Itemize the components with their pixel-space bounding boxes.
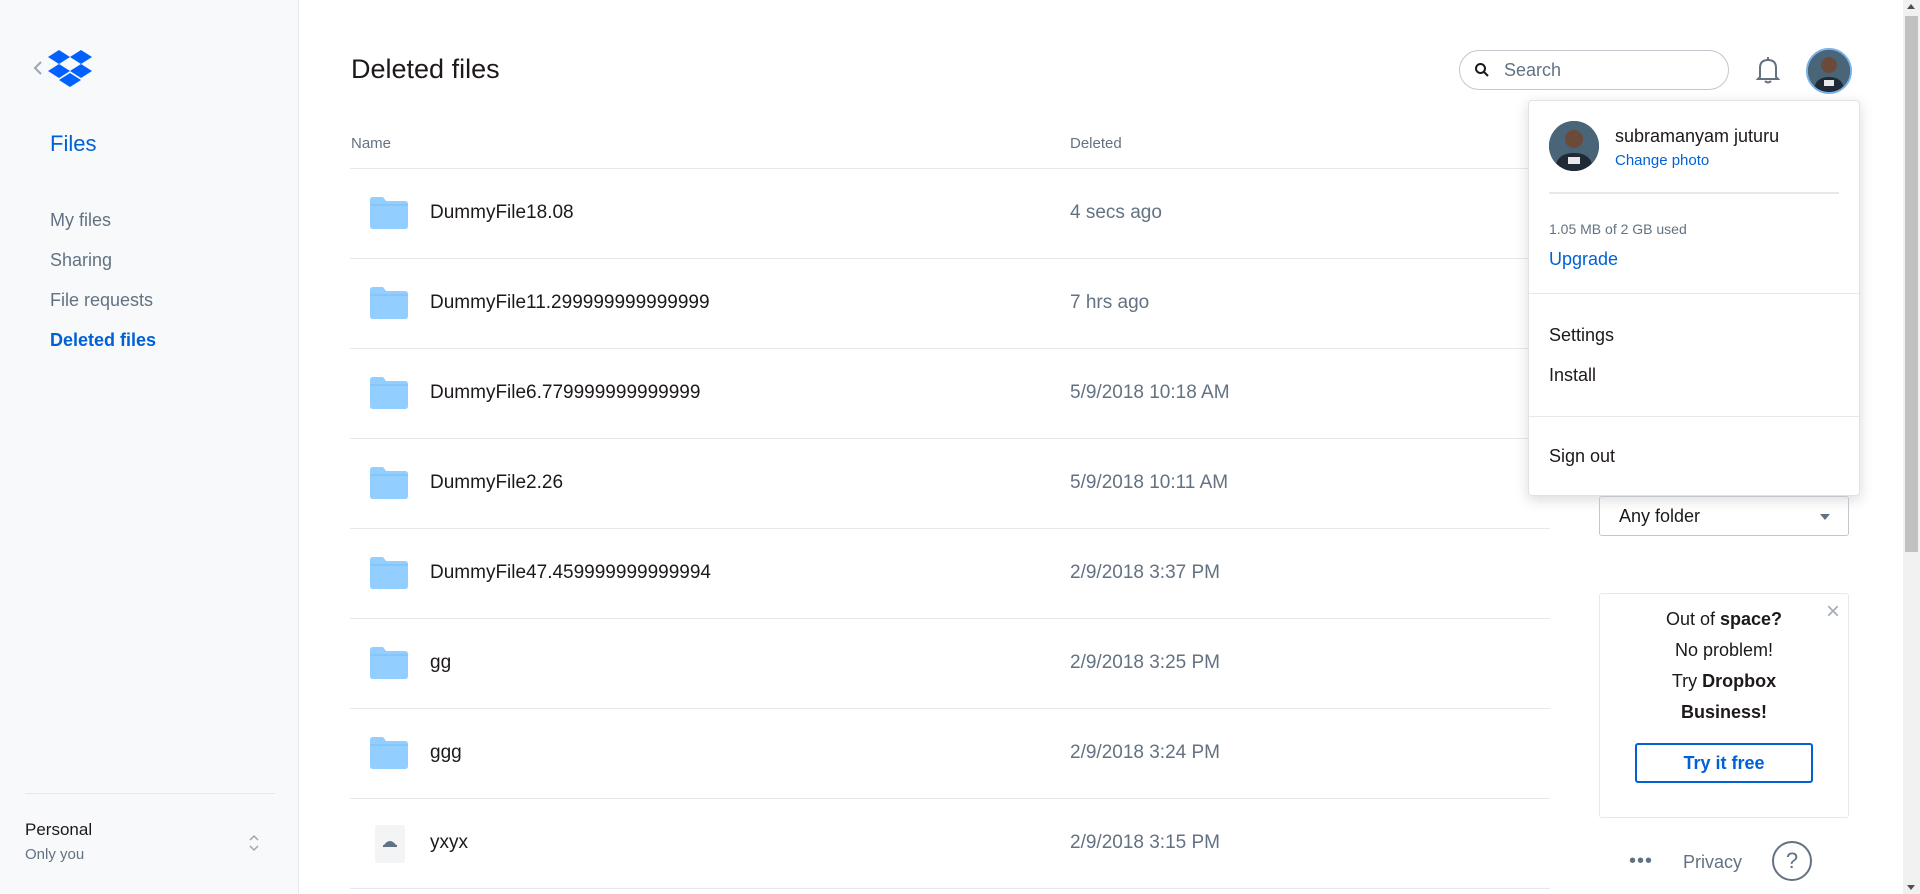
notification-bell-icon[interactable] [1755, 55, 1781, 85]
page-title: Deleted files [351, 54, 500, 84]
dropbox-logo-icon[interactable] [48, 50, 92, 88]
file-name: yxyx [430, 832, 468, 853]
sidebar-title[interactable]: Files [50, 131, 96, 157]
divider [1529, 293, 1859, 294]
menu-item-install[interactable]: Install [1549, 365, 1596, 386]
avatar [1549, 121, 1599, 171]
up-down-arrows-icon [249, 834, 259, 852]
table-row[interactable]: DummyFile2.26 5/9/2018 10:11 AM [350, 439, 1550, 529]
storage-usage: 1.05 MB of 2 GB used [1549, 221, 1687, 237]
scroll-down-arrow-icon[interactable] [1907, 885, 1915, 890]
deleted-time: 2/9/2018 3:37 PM [1070, 562, 1220, 583]
table-row[interactable]: ggg 2/9/2018 3:24 PM [350, 709, 1550, 799]
folder-icon [370, 557, 408, 589]
table-row[interactable]: gg 2/9/2018 3:25 PM [350, 619, 1550, 709]
deleted-files-table: DummyFile18.08 4 secs ago DummyFile11.29… [350, 168, 1550, 889]
privacy-link[interactable]: Privacy [1683, 852, 1742, 873]
file-name: ggg [430, 742, 462, 763]
sidebar-divider [25, 793, 275, 794]
sidebar-nav: My files Sharing File requests Deleted f… [50, 206, 156, 366]
deleted-time: 7 hrs ago [1070, 292, 1150, 313]
table-row[interactable]: DummyFile47.459999999999994 2/9/2018 3:3… [350, 529, 1550, 619]
close-icon[interactable]: × [1826, 600, 1840, 624]
sidebar-item-sharing[interactable]: Sharing [50, 246, 156, 286]
table-row[interactable]: DummyFile11.299999999999999 7 hrs ago [350, 259, 1550, 349]
file-name: gg [430, 652, 452, 673]
file-icon [375, 825, 405, 863]
file-name: DummyFile18.08 [430, 202, 574, 223]
folder-icon [370, 467, 408, 499]
upgrade-promo: × Out of space? No problem! Try Dropbox … [1599, 593, 1849, 818]
sidebar-item-my-files[interactable]: My files [50, 206, 156, 246]
folder-icon [370, 647, 408, 679]
deleted-time: 5/9/2018 10:11 AM [1070, 472, 1229, 493]
scroll-up-arrow-icon[interactable] [1907, 4, 1915, 9]
table-row[interactable]: DummyFile18.08 4 secs ago [350, 169, 1550, 259]
folder-icon [370, 377, 408, 409]
folder-icon [370, 737, 408, 769]
chevron-left-icon[interactable] [32, 60, 44, 76]
sidebar-item-deleted-files[interactable]: Deleted files [50, 326, 156, 366]
avatar [1808, 50, 1850, 92]
sidebar: Files My files Sharing File requests Del… [0, 0, 299, 894]
divider [1529, 416, 1859, 417]
user-name: subramanyam juturu [1615, 126, 1780, 146]
column-header-name[interactable]: Name [351, 135, 391, 152]
file-name: DummyFile47.459999999999994 [430, 562, 711, 583]
search-icon [1475, 63, 1489, 77]
file-name: DummyFile2.26 [430, 472, 564, 493]
column-header-deleted[interactable]: Deleted [1070, 135, 1122, 152]
folder-icon [370, 197, 408, 229]
try-it-free-button[interactable]: Try it free [1635, 743, 1813, 783]
account-menu: subramanyam juturu Change photo 1.05 MB … [1528, 100, 1860, 496]
account-subtitle: Only you [25, 846, 85, 863]
search-input[interactable] [1504, 59, 1714, 81]
account-switcher[interactable]: Personal Only you [25, 820, 275, 872]
scrollbar[interactable] [1903, 0, 1920, 894]
menu-item-settings[interactable]: Settings [1549, 325, 1614, 346]
folder-filter-select[interactable]: Any folder [1599, 496, 1849, 536]
deleted-time: 5/9/2018 10:18 AM [1070, 382, 1230, 403]
account-avatar-button[interactable] [1806, 48, 1852, 94]
file-name: DummyFile11.299999999999999 [430, 292, 710, 313]
deleted-time: 2/9/2018 3:24 PM [1070, 742, 1220, 763]
divider [1549, 192, 1839, 194]
promo-text: Out of space? No problem! Try Dropbox Bu… [1665, 609, 1783, 722]
change-photo-link[interactable]: Change photo [1615, 152, 1709, 169]
file-name: DummyFile6.779999999999999 [430, 382, 701, 403]
deleted-time: 2/9/2018 3:25 PM [1070, 652, 1220, 673]
sidebar-item-file-requests[interactable]: File requests [50, 286, 156, 326]
search-bar[interactable] [1459, 50, 1729, 90]
folder-filter-value: Any folder [1619, 505, 1701, 526]
account-type: Personal [25, 820, 93, 839]
caret-down-icon [1820, 514, 1830, 520]
table-row[interactable]: yxyx 2/9/2018 3:15 PM [350, 799, 1550, 889]
scrollbar-thumb[interactable] [1905, 16, 1918, 552]
upgrade-link[interactable]: Upgrade [1549, 249, 1618, 270]
deleted-time: 2/9/2018 3:15 PM [1070, 832, 1220, 853]
menu-item-sign-out[interactable]: Sign out [1549, 446, 1615, 467]
folder-icon [370, 287, 408, 319]
table-row[interactable]: DummyFile6.779999999999999 5/9/2018 10:1… [350, 349, 1550, 439]
deleted-time: 4 secs ago [1070, 202, 1162, 223]
help-button[interactable]: ? [1772, 841, 1812, 881]
more-options-button[interactable]: ••• [1629, 850, 1653, 873]
